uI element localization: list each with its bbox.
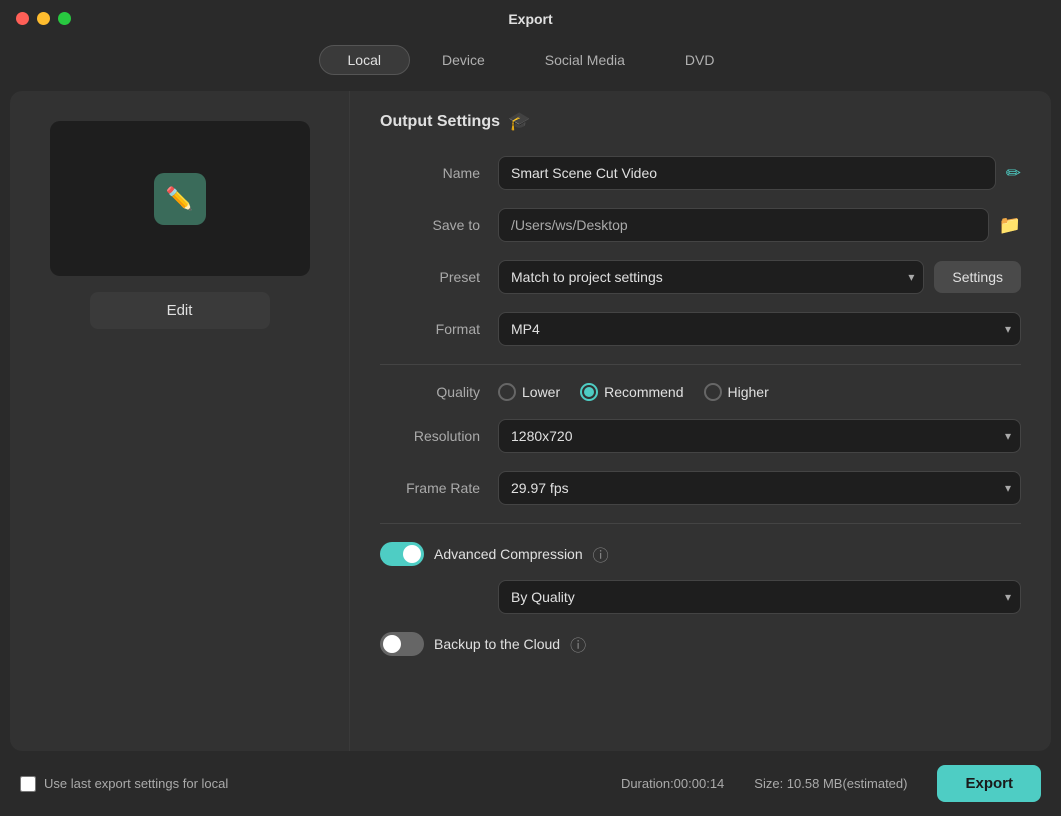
last-export-checkbox[interactable] [20,776,36,792]
quality-higher-radio[interactable] [704,383,722,401]
name-row: Name ✏ [380,156,1021,190]
bottom-bar: Use last export settings for local Durat… [0,751,1061,816]
compression-mode-select[interactable]: By Quality [498,580,1021,614]
last-export-label: Use last export settings for local [44,776,228,791]
duration-text: Duration:00:00:14 [621,776,724,791]
backup-cloud-label: Backup to the Cloud [434,636,560,652]
divider-2 [380,523,1021,524]
advanced-compression-row: Advanced Compression ⓘ [380,542,1021,566]
quality-higher-item[interactable]: Higher [704,383,769,401]
frame-rate-select-wrap: 29.97 fps ▾ [498,471,1021,505]
resolution-select-wrap: 1280x720 ▾ [498,419,1021,453]
window-title: Export [508,11,552,27]
minimize-button[interactable] [37,12,50,25]
bottom-right: Duration:00:00:14 Size: 10.58 MB(estimat… [621,765,1041,802]
pencil-icon: ✏️ [166,186,193,212]
settings-button[interactable]: Settings [934,261,1021,293]
divider-1 [380,364,1021,365]
quality-recommend-radio[interactable] [580,383,598,401]
advanced-compression-label: Advanced Compression [434,546,583,562]
resolution-label: Resolution [380,428,480,444]
advanced-compression-slider [380,542,424,566]
save-to-row: Save to 📁 [380,208,1021,242]
preset-select-wrap: Match to project settings ▾ [498,260,924,294]
main-container: ✏️ Edit Output Settings 🎓 Name ✏ Save to… [10,91,1051,751]
right-panel: Output Settings 🎓 Name ✏ Save to 📁 Prese… [350,91,1051,751]
quality-label: Quality [380,384,480,400]
last-export-wrap: Use last export settings for local [20,776,228,792]
quality-row: Quality Lower Recommend Higher [380,383,1021,401]
ai-edit-icon[interactable]: ✏ [1006,163,1021,184]
resolution-control: 1280x720 ▾ [498,419,1021,453]
name-input[interactable] [498,156,996,190]
format-control: MP4 ▾ [498,312,1021,346]
quality-recommend-item[interactable]: Recommend [580,383,683,401]
save-to-input[interactable] [498,208,989,242]
advanced-compression-help-icon[interactable]: ⓘ [593,542,609,566]
tab-social-media[interactable]: Social Media [517,45,653,75]
size-text: Size: 10.58 MB(estimated) [754,776,907,791]
preset-label: Preset [380,269,480,285]
titlebar: Export [0,0,1061,37]
quality-recommend-label: Recommend [604,384,683,400]
frame-rate-row: Frame Rate 29.97 fps ▾ [380,471,1021,505]
save-to-label: Save to [380,217,480,233]
preset-row: Preset Match to project settings ▾ Setti… [380,260,1021,294]
window-controls [16,12,71,25]
save-to-control: 📁 [498,208,1021,242]
resolution-row: Resolution 1280x720 ▾ [380,419,1021,453]
quality-higher-label: Higher [728,384,769,400]
mortarboard-icon: 🎓 [508,111,530,132]
maximize-button[interactable] [58,12,71,25]
quality-lower-radio[interactable] [498,383,516,401]
tab-local[interactable]: Local [319,45,410,75]
compression-mode-select-wrap: By Quality ▾ [498,580,1021,614]
name-label: Name [380,165,480,181]
export-button[interactable]: Export [937,765,1041,802]
format-select-wrap: MP4 ▾ [498,312,1021,346]
frame-rate-label: Frame Rate [380,480,480,496]
quality-radio-group: Lower Recommend Higher [498,383,769,401]
preset-control: Match to project settings ▾ Settings [498,260,1021,294]
frame-rate-select[interactable]: 29.97 fps [498,471,1021,505]
backup-cloud-row: Backup to the Cloud ⓘ [380,632,1021,656]
left-panel: ✏️ Edit [10,91,350,751]
tab-dvd[interactable]: DVD [657,45,743,75]
preview-icon: ✏️ [154,173,206,225]
tabs-row: Local Device Social Media DVD [0,37,1061,91]
format-label: Format [380,321,480,337]
format-select[interactable]: MP4 [498,312,1021,346]
folder-icon[interactable]: 📁 [999,215,1021,236]
backup-cloud-help-icon[interactable]: ⓘ [570,632,586,656]
format-row: Format MP4 ▾ [380,312,1021,346]
quality-lower-item[interactable]: Lower [498,383,560,401]
resolution-select[interactable]: 1280x720 [498,419,1021,453]
section-title: Output Settings [380,113,500,131]
section-header: Output Settings 🎓 [380,111,1021,132]
backup-cloud-toggle[interactable] [380,632,424,656]
preview-box: ✏️ [50,121,310,276]
frame-rate-control: 29.97 fps ▾ [498,471,1021,505]
advanced-compression-toggle[interactable] [380,542,424,566]
name-control: ✏ [498,156,1021,190]
preset-select[interactable]: Match to project settings [498,260,924,294]
tab-device[interactable]: Device [414,45,513,75]
quality-lower-label: Lower [522,384,560,400]
close-button[interactable] [16,12,29,25]
backup-cloud-slider [380,632,424,656]
compression-select-row: By Quality ▾ [498,580,1021,614]
edit-button[interactable]: Edit [90,292,270,329]
